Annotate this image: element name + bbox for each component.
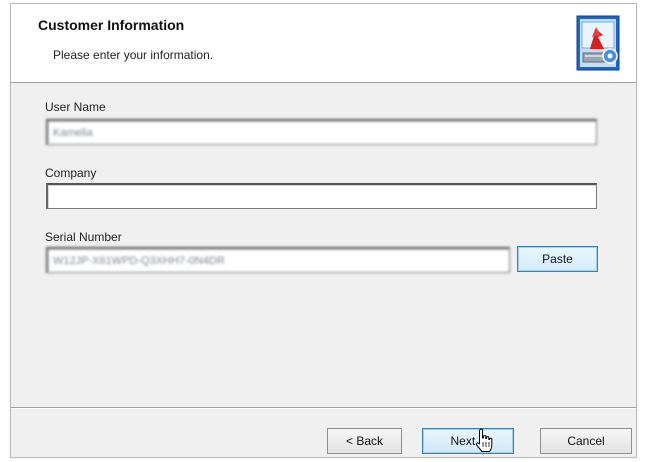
serial-number-field[interactable] bbox=[46, 247, 510, 273]
cancel-button[interactable]: Cancel bbox=[540, 428, 632, 454]
paste-button[interactable]: Paste bbox=[517, 246, 598, 272]
back-button[interactable]: < Back bbox=[327, 428, 402, 454]
company-field[interactable] bbox=[46, 183, 597, 209]
hand-cursor-icon bbox=[475, 428, 493, 452]
installer-dialog: Customer Information Please enter your i… bbox=[10, 3, 637, 458]
installer-computer-icon bbox=[576, 15, 620, 71]
user-name-field[interactable] bbox=[46, 119, 597, 145]
next-button[interactable]: Next > bbox=[422, 428, 514, 454]
page-title: Customer Information bbox=[38, 17, 185, 33]
dialog-header: Customer Information Please enter your i… bbox=[11, 4, 636, 83]
footer-divider bbox=[11, 407, 636, 409]
user-name-label: User Name bbox=[45, 100, 106, 114]
page-subtitle: Please enter your information. bbox=[53, 48, 214, 62]
company-label: Company bbox=[45, 166, 97, 180]
serial-number-label: Serial Number bbox=[45, 230, 122, 244]
